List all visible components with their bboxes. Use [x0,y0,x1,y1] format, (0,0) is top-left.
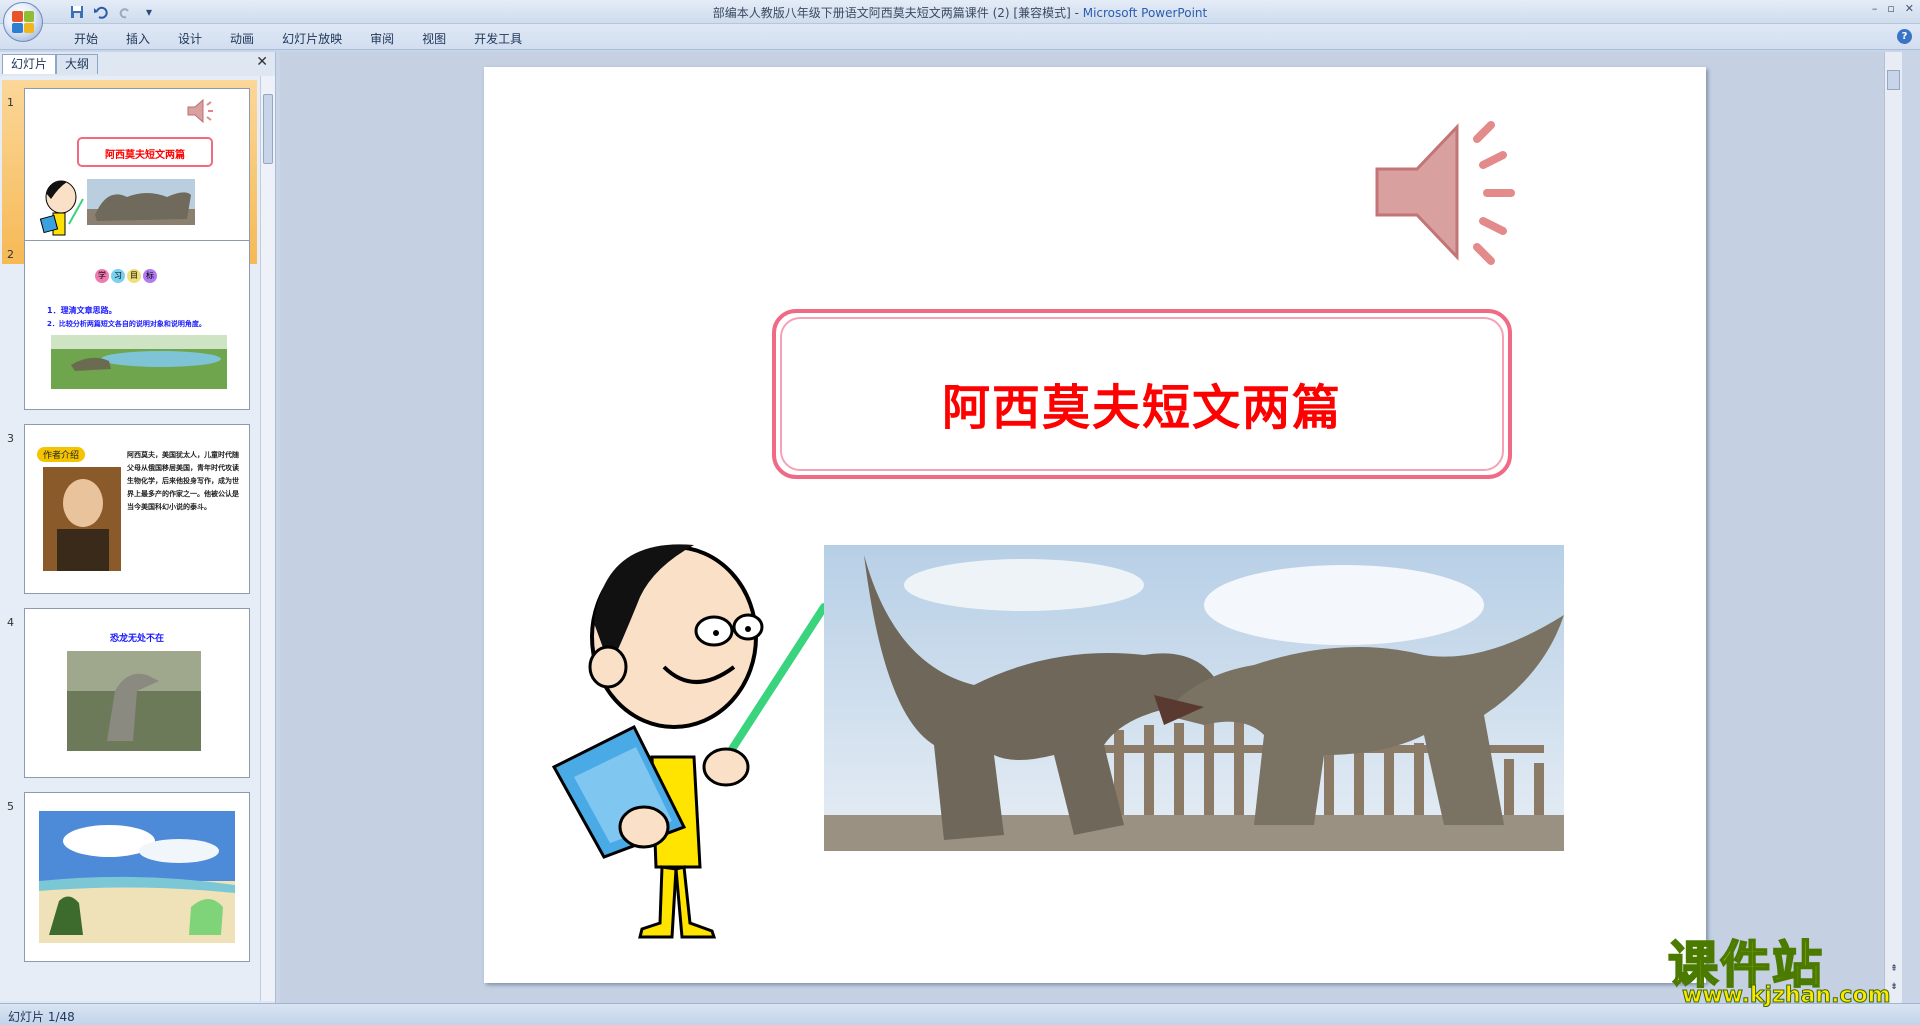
close-button[interactable]: ✕ [1905,2,1914,15]
author-portrait [43,467,121,571]
slide-canvas[interactable]: 阿西莫夫短文两篇 [484,67,1706,983]
thumbnail-slide-1[interactable]: 阿西莫夫短文两篇 [24,88,250,258]
thumb-author-badge: 作者介绍 [37,447,86,462]
badge-char: 标 [143,269,157,283]
title-bar: ▾ 部编本人教版八年级下册语文阿西莫夫短文两篇课件 (2) [兼容模式] - M… [0,0,1920,24]
status-bar: 幻灯片 1/48 [0,1003,1920,1025]
slides-pane: 幻灯片 大纲 ✕ 1 阿西莫夫短文两篇 2 学 习 目 标 1．理清文章思路。 … [0,52,276,1003]
thumbnail-slide-2[interactable]: 学 习 目 标 1．理清文章思路。 2．比较分析两篇短文各自的说明对象和说明角度… [24,240,250,410]
close-pane-icon[interactable]: ✕ [256,54,268,70]
watermark-url: www.kjzhan.com [1682,983,1892,1009]
window-controls: – ▫ ✕ [1872,2,1914,15]
thumb-number: 2 [7,248,14,261]
tab-slideshow[interactable]: 幻灯片放映 [268,30,356,48]
thumb-title-box: 阿西莫夫短文两篇 [77,137,213,167]
thumb-number: 4 [7,616,14,629]
speaker-icon[interactable] [1369,107,1539,277]
tab-review[interactable]: 审阅 [356,30,408,48]
thumb-author-text: 阿西莫夫，美国犹太人，儿童时代随父母从俄国移居美国，青年时代攻读生物化学，后来他… [127,451,239,511]
thumb-number: 1 [7,96,14,109]
help-icon[interactable]: ? [1897,29,1912,44]
window-title: 部编本人教版八年级下册语文阿西莫夫短文两篇课件 (2) [兼容模式] - Mic… [712,6,1208,20]
thumb-title: 阿西莫夫短文两篇 [105,150,185,161]
maximize-button[interactable]: ▫ [1887,2,1894,15]
pane-tabs: 幻灯片 大纲 ✕ [2,54,274,74]
tab-insert[interactable]: 插入 [112,30,164,48]
badge-char: 学 [95,269,109,283]
tab-home[interactable]: 开始 [60,30,112,48]
slide-editor: 阿西莫夫短文两篇 ⇞ ⇟ [280,52,1902,1003]
minimize-button[interactable]: – [1872,2,1878,15]
tab-animations[interactable]: 动画 [216,30,268,48]
scrollbar-thumb[interactable] [263,94,273,164]
site-watermark: 课件站 www.kjzhan.com [1667,925,1900,1009]
slide-counter: 幻灯片 1/48 [8,1010,75,1024]
speaker-icon [187,98,213,124]
office-button[interactable] [3,2,43,42]
thumb-number: 3 [7,432,14,445]
slide-scrollbar[interactable]: ⇞ ⇟ [1884,52,1902,1003]
beach-cartoon-photo [39,811,235,943]
dinosaur-photo[interactable] [824,545,1564,851]
teacher-cartoon[interactable] [544,527,834,947]
tab-developer[interactable]: 开发工具 [460,30,536,48]
thumbnail-slide-4[interactable]: 恐龙无处不在 [24,608,250,778]
office-logo-icon [12,11,34,33]
thumbnail-list: 1 阿西莫夫短文两篇 2 学 习 目 标 1．理清文章思路。 2．比较分析两篇短… [0,76,260,1001]
teacher-cartoon-icon [39,180,84,236]
tab-slides[interactable]: 幻灯片 [2,54,57,74]
badge-char: 习 [111,269,125,283]
ribbon: 开始 插入 设计 动画 幻灯片放映 审阅 视图 开发工具 ? [0,24,1920,50]
thumbnail-slide-3[interactable]: 作者介绍 阿西莫夫，美国犹太人，儿童时代随父母从俄国移居美国，青年时代攻读生物化… [24,424,250,594]
tab-design[interactable]: 设计 [164,30,216,48]
dinosaur-forest-photo [67,651,201,751]
tab-outline[interactable]: 大纲 [56,54,99,74]
badge-char: 目 [127,269,141,283]
thumb-goal-badge: 学 习 目 标 [95,269,157,283]
slide-title[interactable]: 阿西莫夫短文两篇 [776,368,1508,438]
scrollbar-thumb[interactable] [1887,70,1900,90]
title-frame[interactable]: 阿西莫夫短文两篇 [772,309,1512,479]
thumb-number: 5 [7,800,14,813]
landscape-thumb-photo [51,335,227,389]
thumb-line: 2．比较分析两篇短文各自的说明对象和说明角度。 [47,320,206,328]
thumbnail-slide-5[interactable] [24,792,250,962]
thumb-line: 1．理清文章思路。 [47,306,117,315]
tab-view[interactable]: 视图 [408,30,460,48]
thumb-title: 恐龙无处不在 [109,634,164,644]
ribbon-tabs: 开始 插入 设计 动画 幻灯片放映 审阅 视图 开发工具 [60,30,536,48]
dinosaur-thumb-photo [87,179,195,225]
thumbnail-scrollbar[interactable] [260,76,275,1001]
